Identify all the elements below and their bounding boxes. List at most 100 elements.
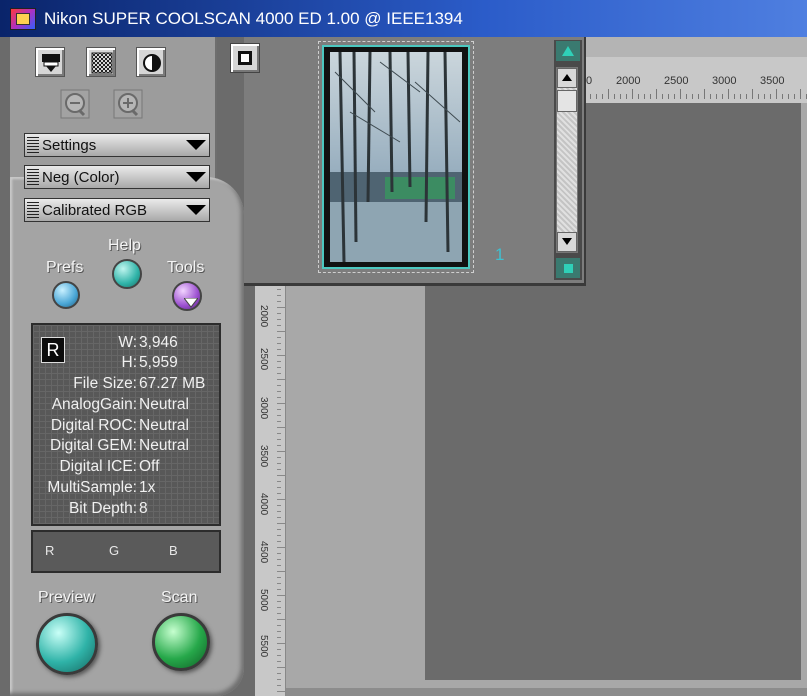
control-panel: Settings Neg (Color) Calibrated RGB Help… [10, 37, 244, 696]
color-space-dropdown[interactable]: Calibrated RGB [24, 198, 210, 222]
canvas-bottom-edge [285, 688, 807, 696]
ruler-tick [692, 94, 693, 99]
ruler-tick [277, 601, 281, 602]
ruler-tick [614, 94, 615, 99]
app-icon[interactable] [10, 7, 36, 30]
settings-dropdown[interactable]: Settings [24, 133, 210, 157]
ruler-tick [277, 475, 285, 476]
ruler-tick [277, 655, 281, 656]
scrollbar[interactable] [556, 67, 578, 253]
zoom-in-button[interactable] [113, 89, 143, 119]
ruler-tick [277, 691, 285, 692]
ruler-tick [277, 451, 285, 452]
info-value: Neutral [139, 396, 189, 413]
prefs-button[interactable] [52, 281, 80, 309]
frame-selection[interactable] [318, 41, 474, 273]
grip-icon [27, 137, 39, 153]
ruler-tick [277, 511, 281, 512]
ruler-tick [734, 94, 735, 99]
ruler-tick [277, 463, 281, 464]
frame-number: 1 [495, 245, 505, 264]
ruler-tick [277, 391, 281, 392]
ruler-tick [596, 94, 597, 99]
ruler-tick [277, 541, 281, 542]
ruler-tick [632, 89, 633, 99]
tools-button[interactable] [172, 281, 202, 311]
preview-label: Preview [38, 589, 95, 606]
filmstrip-panel: 1 [230, 37, 586, 286]
ruler-tick [277, 373, 281, 374]
ruler-tick [656, 89, 657, 99]
zoom-out-button[interactable] [60, 89, 90, 119]
info-label: Digital ROC: [50, 417, 137, 434]
info-value: Off [139, 458, 160, 475]
chevron-down-icon [183, 167, 209, 187]
ruler-tick [277, 583, 281, 584]
chevron-down-icon [183, 200, 209, 220]
info-label: File Size: [73, 375, 137, 392]
collapse-up-button[interactable] [556, 41, 580, 61]
ruler-tick [277, 559, 281, 560]
ruler-tick [277, 553, 281, 554]
ruler-tick [277, 547, 285, 548]
ruler-tick [277, 295, 281, 296]
tools-dropdown-icon [184, 298, 198, 308]
ruler-tick [728, 89, 729, 99]
info-value: 67.27 MB [139, 375, 206, 392]
info-label: Bit Depth: [68, 500, 137, 517]
ruler-tick [277, 625, 281, 626]
info-label: AnalogGain: [51, 396, 137, 413]
ruler-tick [602, 94, 603, 99]
ruler-tick [277, 397, 281, 398]
scroll-up-icon [562, 74, 572, 81]
scan-button[interactable] [152, 613, 210, 671]
ruler-tick [638, 94, 639, 99]
ruler-tick [277, 289, 281, 290]
help-button[interactable] [112, 259, 142, 289]
ruler-tick [277, 535, 281, 536]
ruler-label: 2500 [664, 75, 689, 87]
grip-icon [27, 202, 39, 218]
info-label: H: [121, 354, 138, 371]
preview-top-bar [584, 37, 807, 57]
frame-thumbnail[interactable] [322, 45, 470, 269]
ruler-tick [680, 89, 681, 99]
grain-button[interactable] [86, 47, 116, 77]
info-value: Neutral [139, 437, 189, 454]
film-type-dropdown[interactable]: Neg (Color) [24, 165, 210, 189]
ruler-tick [277, 427, 285, 428]
resize-corner-icon [564, 264, 573, 273]
ruler-tick [277, 673, 281, 674]
scroll-up-button[interactable] [557, 68, 577, 88]
ruler-tick [608, 89, 609, 99]
film-type-dropdown-label: Neg (Color) [42, 168, 120, 186]
channel-r-label: R [45, 543, 55, 558]
ruler-tick [277, 667, 285, 668]
ruler-tick [650, 94, 651, 99]
scroll-down-button[interactable] [557, 232, 577, 252]
grain-pattern-icon [91, 52, 113, 74]
ruler-tick [277, 643, 285, 644]
scroll-thumb[interactable] [557, 90, 577, 112]
ruler-tick [277, 325, 281, 326]
grip-icon [27, 169, 39, 185]
scanner-button[interactable] [35, 47, 65, 77]
ruler-tick [626, 94, 627, 99]
ruler-tick [277, 415, 281, 416]
ruler-tick [277, 343, 281, 344]
ruler-tick [782, 94, 783, 99]
ruler-tick [662, 94, 663, 99]
ruler-tick [277, 319, 281, 320]
ruler-tick [277, 313, 281, 314]
collapse-down-button[interactable] [556, 258, 580, 278]
preview-button[interactable] [36, 613, 98, 675]
info-label: Digital GEM: [50, 437, 137, 454]
ruler-tick [277, 331, 285, 332]
ruler-tick [770, 94, 771, 99]
contrast-button[interactable] [136, 47, 166, 77]
help-label: Help [108, 237, 141, 254]
ruler-tick [277, 529, 281, 530]
scan-label: Scan [161, 589, 198, 606]
info-value: Neutral [139, 417, 189, 434]
ruler-tick [620, 94, 621, 99]
